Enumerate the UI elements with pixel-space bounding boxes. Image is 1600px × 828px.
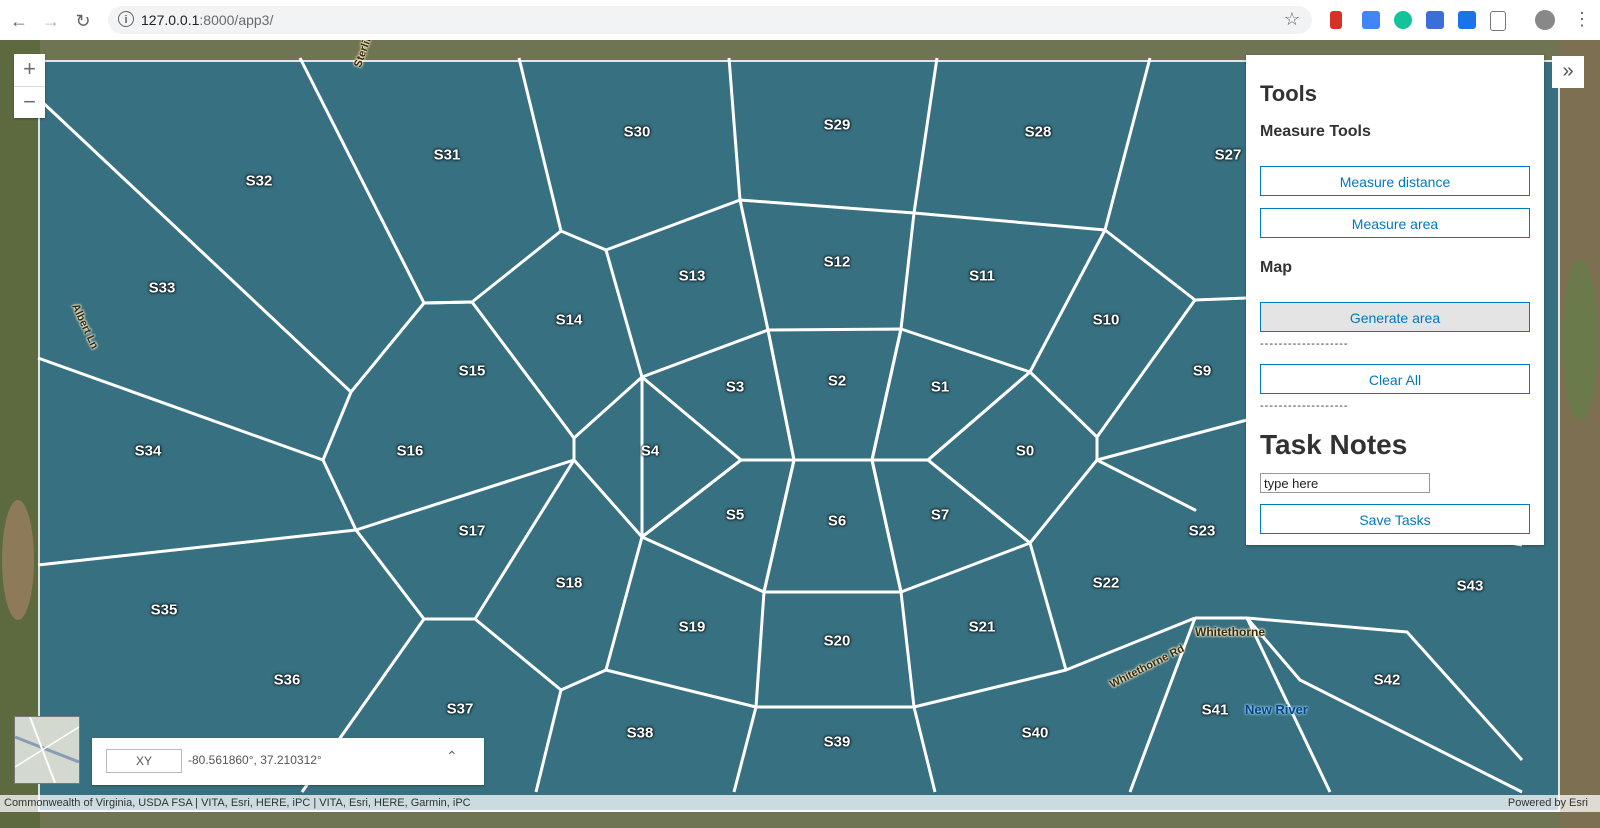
coordinate-conversion: XY -80.561860°, 37.210312° ⌃ [92, 738, 484, 785]
attribution-text: Commonwealth of Virginia, USDA FSA | VIT… [4, 797, 471, 809]
cell-label-s38: S38 [626, 724, 654, 742]
cell-label-s11: S11 [969, 267, 995, 285]
task-notes-input[interactable] [1260, 473, 1430, 493]
avatar[interactable] [1535, 10, 1555, 30]
expand-chevron-icon[interactable]: ⌃ [446, 748, 458, 765]
coordinate-format-button[interactable]: XY [106, 749, 182, 773]
zoom-control: + − [14, 54, 45, 118]
cell-label-s17: S17 [458, 522, 486, 540]
cell-label-s18: S18 [555, 574, 583, 592]
cell-label-s7: S7 [930, 506, 950, 524]
cell-label-s1: S1 [930, 378, 950, 396]
cell-label-s28: S28 [1024, 123, 1052, 141]
cell-label-s15: S15 [458, 362, 486, 380]
cell-label-s41: S41 [1201, 701, 1229, 719]
measure-distance-button[interactable]: Measure distance [1260, 166, 1530, 196]
cell-label-s6: S6 [827, 512, 847, 530]
separator: ------------------- [1260, 400, 1349, 412]
cell-label-s0: S0 [1015, 442, 1035, 460]
cell-label-s32: S32 [245, 172, 273, 190]
measure-tools-heading: Measure Tools [1260, 123, 1371, 140]
cell-label-s20: S20 [823, 632, 851, 650]
cell-label-s10: S10 [1092, 311, 1120, 329]
cell-label-s12: S12 [823, 253, 851, 271]
cell-label-s2: S2 [827, 372, 847, 390]
info-icon[interactable]: i [118, 11, 134, 27]
map-heading: Map [1260, 259, 1292, 276]
extension-icon[interactable] [1330, 11, 1342, 29]
forward-arrow-icon[interactable]: → [40, 10, 62, 32]
url-text: 127.0.0.1:8000/app3/ [141, 12, 274, 28]
zoom-in-button[interactable]: + [14, 54, 45, 86]
bookmark-star-icon[interactable]: ☆ [1284, 9, 1300, 30]
cell-label-s36: S36 [273, 671, 301, 689]
measure-area-button[interactable]: Measure area [1260, 208, 1530, 238]
cell-label-s34: S34 [134, 442, 162, 460]
cell-label-s5: S5 [725, 506, 745, 524]
address-bar[interactable]: i 127.0.0.1:8000/app3/ ☆ [108, 6, 1312, 34]
cell-label-s31: S31 [433, 146, 461, 164]
cell-label-s23: S23 [1188, 522, 1216, 540]
map-view[interactable]: S0 S1 S2 S3 S4 S5 S6 S7 S9 S10 S11 S12 S… [0, 40, 1600, 828]
cell-label-s35: S35 [150, 601, 178, 619]
cell-label-s14: S14 [555, 311, 583, 329]
extension-off-icon[interactable] [1458, 11, 1476, 29]
cell-label-s42: S42 [1373, 671, 1401, 689]
cell-label-s27: S27 [1214, 146, 1242, 164]
cell-label-s9: S9 [1192, 362, 1212, 380]
cell-label-s21: S21 [968, 618, 996, 636]
grammarly-icon[interactable] [1394, 11, 1412, 29]
generate-area-button[interactable]: Generate area [1260, 302, 1530, 332]
attribution-bar: Commonwealth of Virginia, USDA FSA | VIT… [0, 795, 1600, 812]
clear-all-button[interactable]: Clear All [1260, 364, 1530, 394]
tools-panel: Tools Measure Tools Measure distance Mea… [1246, 55, 1544, 545]
cell-label-s33: S33 [148, 279, 176, 297]
cell-label-s13: S13 [678, 267, 706, 285]
panel-title: Tools [1260, 81, 1318, 106]
save-tasks-button[interactable]: Save Tasks [1260, 504, 1530, 534]
cell-label-s37: S37 [446, 700, 474, 718]
cell-label-s19: S19 [678, 618, 706, 636]
separator: ------------------- [1260, 338, 1349, 350]
cell-label-s22: S22 [1092, 574, 1120, 592]
back-arrow-icon[interactable]: ← [8, 10, 30, 32]
zoom-out-button[interactable]: − [14, 86, 45, 119]
collapse-panel-button[interactable]: » [1552, 56, 1584, 88]
reload-icon[interactable]: ↻ [72, 10, 94, 32]
cell-label-s40: S40 [1021, 724, 1049, 742]
river-label: New River [1245, 702, 1308, 717]
overview-map[interactable] [14, 716, 80, 784]
extension-icon[interactable] [1426, 11, 1444, 29]
cell-label-s39: S39 [823, 733, 851, 751]
powered-by-esri: Powered by Esri [1507, 797, 1588, 809]
translate-icon[interactable] [1362, 11, 1380, 29]
road-label: Whitethorne [1195, 625, 1265, 639]
browser-toolbar: ← → ↻ i 127.0.0.1:8000/app3/ ☆ ⋮ [0, 0, 1600, 41]
document-icon[interactable] [1490, 11, 1506, 31]
cell-label-s3: S3 [725, 378, 745, 396]
cell-label-s16: S16 [396, 442, 424, 460]
task-notes-heading: Task Notes [1260, 429, 1408, 460]
menu-icon[interactable]: ⋮ [1573, 8, 1591, 30]
cell-label-s30: S30 [623, 123, 651, 141]
cell-label-s43: S43 [1456, 577, 1484, 595]
cell-label-s29: S29 [823, 116, 851, 134]
cell-label-s4: S4 [640, 442, 660, 460]
coordinate-value: -80.561860°, 37.210312° [188, 753, 322, 767]
